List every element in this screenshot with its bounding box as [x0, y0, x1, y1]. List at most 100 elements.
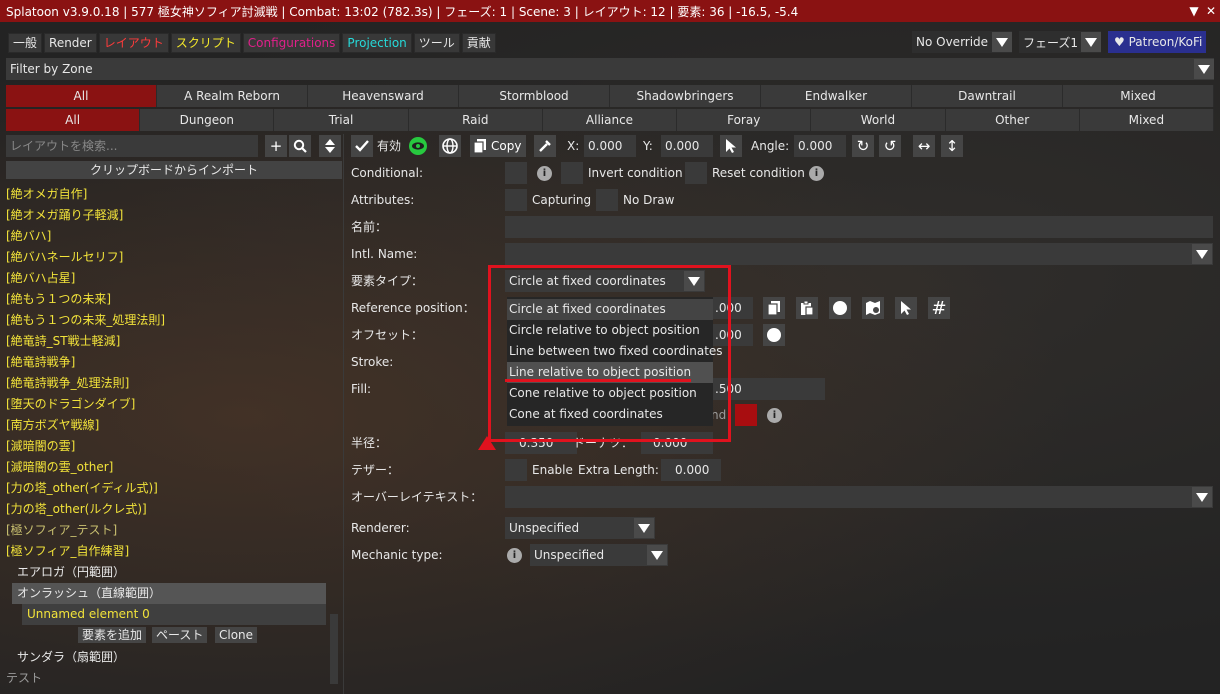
list-item[interactable]: [絶バハネールセリフ] [6, 247, 123, 268]
capturing-checkbox[interactable] [505, 189, 527, 211]
zone-filter[interactable]: Filter by Zone [6, 58, 1214, 80]
list-item[interactable]: [絶バハ占星] [6, 268, 75, 289]
list-item[interactable]: [絶もう１つの未来] [6, 289, 111, 310]
flip-vertical-icon[interactable]: ↕ [941, 135, 963, 157]
cursor-icon[interactable] [720, 135, 742, 157]
list-item[interactable]: [滅暗闇の雲] [6, 436, 75, 457]
patreon-button[interactable]: ♥ Patreon/KoFi [1108, 31, 1206, 53]
fill-color-swatch[interactable] [735, 404, 757, 426]
flip-horizontal-icon[interactable]: ↔ [913, 135, 935, 157]
tab-contribute[interactable]: 貢献 [461, 33, 496, 53]
expansion-dt[interactable]: Dawntrail [912, 85, 1063, 107]
panel-divider[interactable] [343, 134, 344, 694]
tab-script[interactable]: スクリプト [170, 33, 241, 53]
override-select[interactable]: No Override [912, 31, 1012, 53]
circle-icon[interactable] [763, 324, 785, 346]
expansion-ew[interactable]: Endwalker [761, 85, 912, 107]
copy-icon[interactable] [763, 297, 785, 319]
rotate-cw-icon[interactable]: ↻ [852, 135, 874, 157]
extra-length-input[interactable]: 0.000 [661, 459, 721, 481]
list-item[interactable]: [極ソフィア_テスト] [6, 520, 117, 541]
angle-input[interactable]: 0.000 [794, 135, 846, 157]
layout-list-scrollbar[interactable] [330, 614, 338, 684]
expansion-arr[interactable]: A Realm Reborn [157, 85, 308, 107]
phase-select[interactable]: フェーズ1 [1019, 31, 1101, 53]
tab-render[interactable]: Render [44, 33, 97, 53]
list-item[interactable]: [絶竜詩戦争_処理法則] [6, 373, 129, 394]
tab-layout[interactable]: レイアウト [98, 33, 169, 53]
list-item[interactable]: [絶竜詩戦争] [6, 352, 75, 373]
list-item[interactable]: [南方ボズヤ戦線] [6, 415, 99, 436]
circle-icon[interactable] [829, 297, 851, 319]
element-item-aeroga[interactable]: エアロガ（円範囲） [17, 562, 125, 583]
name-input[interactable] [505, 216, 1213, 238]
title-bar[interactable]: Splatoon v3.9.0.18 | 577 極女神ソフィア討滅戦 | Co… [0, 0, 1220, 22]
expansion-mixed[interactable]: Mixed [1063, 85, 1214, 107]
hashtag-icon[interactable]: # [928, 297, 950, 319]
invert-condition-checkbox[interactable] [561, 162, 583, 184]
list-item[interactable]: [滅暗闇の雲_other] [6, 457, 113, 478]
layout-search-input[interactable]: レイアウトを検索... [6, 135, 258, 157]
no-draw-checkbox[interactable] [596, 189, 618, 211]
y-input[interactable]: 0.000 [661, 135, 713, 157]
sort-icon[interactable] [319, 135, 341, 157]
content-dungeon[interactable]: Dungeon [140, 109, 275, 131]
list-item[interactable]: [堕天のドラゴンダイブ] [6, 394, 135, 415]
renderer-select[interactable]: Unspecified [505, 517, 655, 539]
content-mixed[interactable]: Mixed [1079, 109, 1214, 131]
content-world[interactable]: World [811, 109, 946, 131]
reset-condition-checkbox[interactable] [685, 162, 707, 184]
add-element-button[interactable]: 要素を追加 [78, 627, 147, 643]
tether-enable-checkbox[interactable] [505, 459, 527, 481]
content-trial[interactable]: Trial [274, 109, 409, 131]
add-layout-icon[interactable]: + [265, 135, 287, 157]
list-item[interactable]: [力の塔_other(ルクレ式)] [6, 499, 147, 520]
check-icon[interactable] [351, 135, 373, 157]
tab-configurations[interactable]: Configurations [242, 33, 341, 53]
eye-icon[interactable] [407, 135, 429, 157]
globe-icon[interactable] [439, 135, 461, 157]
search-icon[interactable] [289, 135, 311, 157]
collapse-icon[interactable]: ▼ [1186, 3, 1202, 19]
import-clipboard-button[interactable]: クリップボードからインポート [6, 161, 342, 179]
cursor-icon[interactable] [895, 297, 917, 319]
tab-general[interactable]: 一般 [8, 33, 43, 53]
expansion-all[interactable]: All [6, 85, 157, 107]
content-alliance[interactable]: Alliance [542, 109, 678, 131]
expansion-hw[interactable]: Heavensward [308, 85, 459, 107]
paste-button[interactable]: ペースト [152, 627, 208, 643]
expansion-shb[interactable]: Shadowbringers [610, 85, 761, 107]
element-item-unnamed[interactable]: Unnamed element 0 [22, 604, 326, 625]
list-item[interactable]: [絶竜詩_ST戦士軽減] [6, 331, 120, 352]
close-icon[interactable]: ✕ [1203, 3, 1219, 19]
list-item[interactable]: [絶オメガ自作] [6, 184, 87, 205]
element-item-test[interactable]: テスト [6, 668, 42, 689]
element-item-onrush[interactable]: オンラッシュ（直線範囲） [12, 583, 326, 604]
list-item[interactable]: [力の塔_other(イディル式)] [6, 478, 158, 499]
conditional-checkbox[interactable] [505, 162, 527, 184]
element-item-thundara[interactable]: サンダラ（扇範囲） [17, 647, 125, 668]
window-title: Splatoon v3.9.0.18 | 577 極女神ソフィア討滅戦 | Co… [6, 4, 799, 19]
intl-name-select[interactable] [505, 243, 1213, 265]
content-all[interactable]: All [6, 109, 141, 131]
expansion-sb[interactable]: Stormblood [459, 85, 610, 107]
x-input[interactable]: 0.000 [584, 135, 636, 157]
list-item[interactable]: [絶オメガ踊り子軽減] [6, 205, 123, 226]
content-foray[interactable]: Foray [677, 109, 812, 131]
overlay-text-input[interactable] [505, 486, 1213, 508]
copy-button[interactable]: Copy [470, 135, 526, 157]
eyedropper-icon[interactable] [534, 135, 556, 157]
content-other[interactable]: Other [945, 109, 1080, 131]
list-item[interactable]: [極ソフィア_自作練習] [6, 541, 129, 562]
copy-icon [473, 139, 486, 154]
paste-icon[interactable] [796, 297, 818, 319]
mechanic-type-select[interactable]: Unspecified [530, 544, 668, 566]
clone-button[interactable]: Clone [215, 627, 258, 643]
rotate-ccw-icon[interactable]: ↺ [879, 135, 901, 157]
list-item[interactable]: [絶バハ] [6, 226, 51, 247]
map-marker-icon[interactable] [862, 297, 884, 319]
tab-projection[interactable]: Projection [342, 33, 412, 53]
content-raid[interactable]: Raid [408, 109, 543, 131]
list-item[interactable]: [絶もう１つの未来_処理法則] [6, 310, 165, 331]
tab-tools[interactable]: ツール [413, 33, 460, 53]
